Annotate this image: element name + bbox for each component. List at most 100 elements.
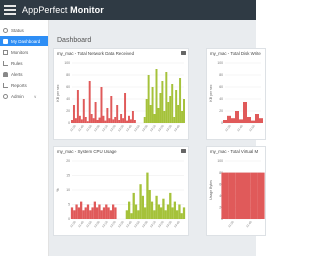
chart-bar bbox=[128, 201, 131, 219]
chart-bar bbox=[82, 99, 85, 123]
y-tick-label: 0 bbox=[221, 121, 223, 125]
chart-bar bbox=[259, 118, 263, 123]
chart-bar bbox=[169, 96, 172, 123]
y-tick-label: 15 bbox=[66, 174, 70, 178]
chart-bar bbox=[165, 72, 168, 123]
sidebar: Status My Dashboard Monitors Rules Alert… bbox=[0, 20, 49, 256]
sidebar-item-label: Monitors bbox=[11, 49, 29, 55]
chart-bar bbox=[166, 204, 170, 219]
sidebar-item-monitors[interactable]: Monitors bbox=[0, 47, 48, 57]
chart-bar bbox=[179, 78, 182, 123]
chart-bar bbox=[128, 115, 130, 123]
chart-bar bbox=[243, 172, 251, 219]
y-axis-label: % bbox=[56, 188, 60, 191]
chart-bar bbox=[239, 119, 243, 123]
y-tick-label: 60 bbox=[66, 85, 70, 89]
chart-bar bbox=[122, 118, 125, 123]
chart-bar bbox=[151, 87, 154, 123]
y-axis-label: KB per sec bbox=[56, 84, 60, 101]
chart-bar bbox=[155, 195, 158, 219]
app-title-light: AppPerfect bbox=[22, 5, 71, 15]
chart-bar bbox=[109, 210, 112, 219]
sidebar-item-label: Alerts bbox=[11, 71, 23, 77]
x-tick-label: 11:30 bbox=[69, 124, 77, 132]
chart-bar bbox=[86, 204, 90, 219]
x-tick-label: 11:40 bbox=[236, 124, 244, 132]
y-tick-label: 40 bbox=[219, 97, 223, 101]
x-tick-label: 11:40 bbox=[77, 220, 85, 228]
y-axis-label: KB per sec bbox=[209, 84, 213, 101]
chart-bar bbox=[231, 118, 235, 123]
app-title-bold: Monitor bbox=[70, 5, 104, 15]
x-tick-label: 13:20 bbox=[157, 220, 165, 229]
chart-bar bbox=[77, 207, 80, 219]
x-tick-label: 13:30 bbox=[165, 220, 173, 229]
chart-bar bbox=[161, 81, 164, 123]
x-tick-label: 12:50 bbox=[133, 124, 141, 133]
chart-bar bbox=[160, 207, 163, 219]
chart-svg: Usage Bytes10080604020011:30 11:40 bbox=[209, 159, 265, 228]
sidebar-item-rules[interactable]: Rules bbox=[0, 58, 48, 68]
chart-bar bbox=[182, 207, 186, 219]
chart-bar bbox=[102, 115, 105, 123]
chart-bar bbox=[153, 210, 156, 219]
chart-bar bbox=[163, 111, 166, 123]
chart-bar bbox=[74, 118, 77, 123]
chart-bar bbox=[157, 204, 160, 219]
y-tick-label: 100 bbox=[217, 159, 223, 163]
chart-bar bbox=[86, 121, 89, 123]
chart-bar bbox=[155, 69, 158, 123]
chart-bar bbox=[247, 117, 251, 123]
chart-bar bbox=[139, 184, 142, 219]
chart-bar bbox=[150, 201, 154, 219]
x-tick-label: 12:30 bbox=[117, 220, 125, 229]
chart-bar bbox=[105, 204, 108, 219]
chart-bar bbox=[178, 204, 181, 219]
sidebar-item-my-dashboard[interactable]: My Dashboard bbox=[0, 36, 48, 46]
sidebar-item-alerts[interactable]: Alerts bbox=[0, 69, 48, 79]
rules-icon bbox=[3, 60, 8, 66]
chart-bar bbox=[133, 120, 136, 123]
x-tick-label: 13:20 bbox=[157, 124, 165, 133]
chart-bar bbox=[183, 99, 185, 123]
y-tick-label: 80 bbox=[66, 73, 70, 77]
chart-bar bbox=[88, 81, 91, 123]
chart-svg: KB per sec 100 80 60 40 20 011:30 11:40 11:50 bbox=[209, 61, 263, 132]
chart-bar bbox=[250, 172, 258, 219]
sidebar-item-reports[interactable]: Reports bbox=[0, 80, 48, 90]
chart-bar bbox=[223, 120, 227, 123]
chart-bar bbox=[153, 114, 156, 123]
chart-bar bbox=[100, 87, 103, 123]
chart-bar bbox=[227, 115, 231, 123]
y-tick-label: 0 bbox=[68, 217, 70, 221]
sidebar-item-admin[interactable]: Admin ∨ bbox=[0, 91, 48, 101]
chart-bar bbox=[91, 207, 94, 219]
admin-icon bbox=[3, 93, 8, 99]
chart-bar bbox=[96, 120, 99, 123]
app-title: AppPerfect Monitor bbox=[22, 5, 104, 15]
chart-bar bbox=[143, 117, 146, 123]
chart-bar bbox=[107, 207, 110, 219]
main-content: Dashboard my_mac - Total Network Data Re… bbox=[49, 20, 266, 256]
chart-bar bbox=[131, 111, 134, 123]
x-tick-label: 12:40 bbox=[125, 220, 133, 229]
chart-card-disk-write: my_mac - Total Disk Write KB per sec 100 8… bbox=[206, 48, 266, 140]
x-tick-label: 13:40 bbox=[173, 220, 181, 229]
y-tick-label: 5 bbox=[68, 203, 70, 207]
hamburger-menu-icon[interactable] bbox=[4, 5, 16, 15]
chart-bar bbox=[141, 195, 144, 219]
chart-bar bbox=[171, 207, 174, 219]
chart-bar bbox=[89, 210, 92, 219]
chart-bar bbox=[112, 119, 115, 123]
chart-bar bbox=[149, 105, 152, 123]
chart-card-network-received: my_mac - Total Network Data Received KB … bbox=[53, 48, 189, 140]
y-tick-label: 100 bbox=[217, 61, 223, 65]
x-tick-label: 13:10 bbox=[149, 124, 157, 133]
sidebar-item-label: Reports bbox=[11, 82, 27, 88]
chart-bar bbox=[228, 172, 236, 219]
sidebar-item-status[interactable]: Status bbox=[0, 25, 48, 35]
chart-bar bbox=[171, 84, 174, 123]
chevron-down-icon[interactable]: ∨ bbox=[34, 94, 37, 99]
chart-bar bbox=[93, 201, 96, 219]
chart-bar bbox=[110, 96, 113, 123]
